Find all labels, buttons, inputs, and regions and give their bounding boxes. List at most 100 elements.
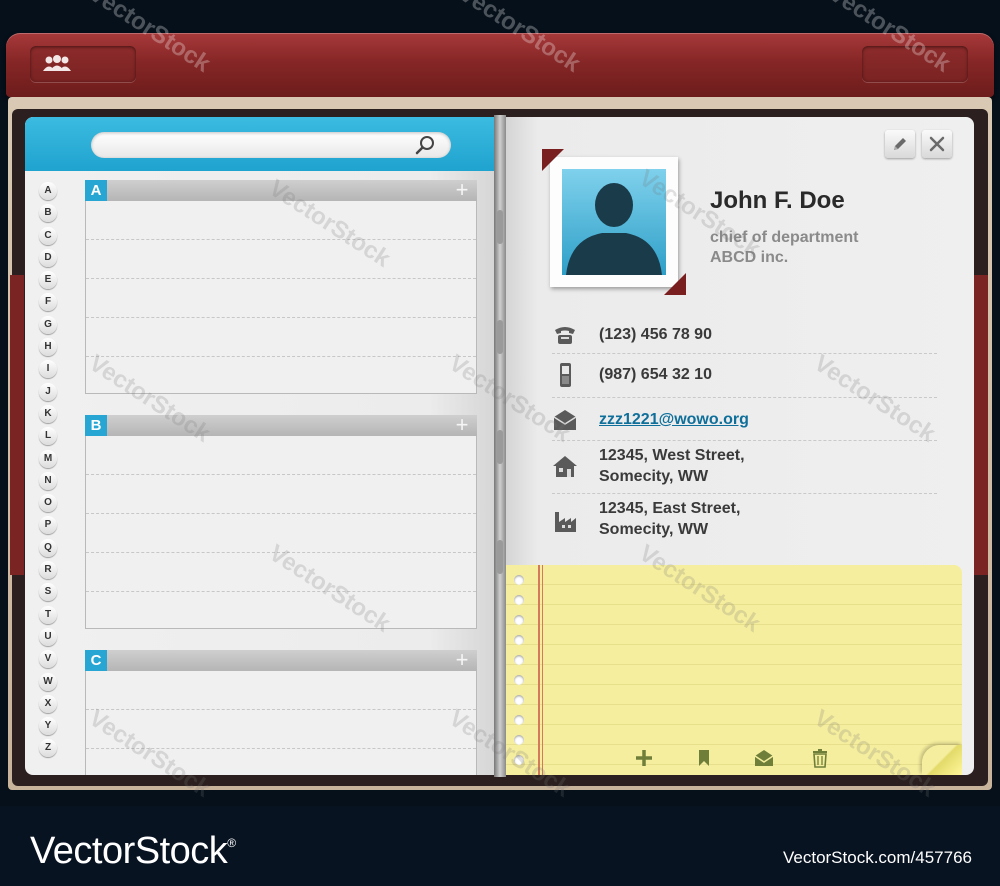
list-item[interactable] [86,592,476,628]
list-item[interactable] [86,553,476,592]
section-c: C + [85,649,477,775]
contact-role: chief of department ABCD inc. [710,228,858,268]
list-item[interactable] [86,475,476,514]
alphabet-tab-b[interactable]: B [39,204,57,223]
trash-icon[interactable] [810,748,830,768]
contacts-button[interactable] [30,46,136,82]
punch-hole [514,695,524,705]
pencil-icon [894,138,906,150]
alphabet-index: ABCDEFGHIJKLMNOPQRSTUVWXYZ [39,182,59,762]
alphabet-tab-w[interactable]: W [39,672,57,691]
alphabet-tab-h[interactable]: H [39,338,57,357]
list-item[interactable] [86,514,476,553]
search-input[interactable] [91,132,451,158]
binder-ring [497,430,503,464]
house-icon [553,456,577,477]
notes-pad[interactable] [500,565,962,775]
bookmark-icon[interactable] [694,748,714,768]
photo-corner [542,149,564,171]
alphabet-tab-d[interactable]: D [39,248,57,267]
work-address[interactable]: 12345, East Street, Somecity, WW [599,498,740,540]
list-item[interactable] [86,357,476,393]
people-icon [43,55,71,71]
list-item[interactable] [86,201,476,240]
contact-name: John F. Doe [710,187,845,214]
magnifier-icon[interactable] [415,135,437,155]
alphabet-tab-u[interactable]: U [39,627,57,646]
footer-asset-id: VectorStock.com/457766 [782,848,972,867]
contacts-index-page: ABCDEFGHIJKLMNOPQRSTUVWXYZ A + B + C + [25,117,500,775]
section-list [85,436,477,629]
punch-hole [514,595,524,605]
section-header: B + [85,414,477,436]
home-address[interactable]: 12345, West Street, Somecity, WW [599,445,745,487]
alphabet-tab-n[interactable]: N [39,471,57,490]
work-address-line2: Somecity, WW [599,521,709,538]
alphabet-tab-l[interactable]: L [39,427,57,446]
factory-icon [555,512,576,532]
address-book-app: ABCDEFGHIJKLMNOPQRSTUVWXYZ A + B + C + J… [0,0,1000,886]
footer: VectorStock® VectorStock.com/457766 [0,806,1000,886]
alphabet-tab-t[interactable]: T [39,605,57,624]
alphabet-tab-o[interactable]: O [39,494,57,513]
list-item[interactable] [86,279,476,318]
note-toolbar [634,748,834,770]
contact-title: chief of department [710,229,859,246]
alphabet-tab-z[interactable]: Z [39,739,57,758]
section-letter: C [85,650,107,671]
alphabet-tab-f[interactable]: F [39,293,57,312]
footer-brand-text: VectorStock [30,830,228,872]
alphabet-tab-r[interactable]: R [39,561,57,580]
home-address-line2: Somecity, WW [599,468,709,485]
contact-company: ABCD inc. [710,249,789,266]
list-item[interactable] [86,318,476,357]
edit-button[interactable] [885,130,915,158]
list-item[interactable] [86,749,476,775]
plus-icon[interactable]: + [453,414,471,436]
photo-corner [664,273,686,295]
registered-mark: ® [227,836,236,850]
close-button[interactable] [922,130,952,158]
list-item[interactable] [86,240,476,279]
list-item[interactable] [86,671,476,710]
punch-hole [514,575,524,585]
alphabet-tab-c[interactable]: C [39,226,57,245]
mobile-row: (987) 654 32 10 [552,354,937,398]
punch-hole [514,655,524,665]
alphabet-tab-k[interactable]: K [39,404,57,423]
list-item[interactable] [86,436,476,475]
envelope-icon [553,410,577,430]
alphabet-tab-m[interactable]: M [39,449,57,468]
binder-ring [497,320,503,354]
home-address-row: 12345, West Street, Somecity, WW [552,441,937,494]
close-icon [929,136,945,152]
section-header: C + [85,649,477,671]
alphabet-tab-s[interactable]: S [39,583,57,602]
alphabet-tab-j[interactable]: J [39,382,57,401]
list-item[interactable] [86,710,476,749]
section-letter: A [85,180,107,201]
alphabet-tab-p[interactable]: P [39,516,57,535]
alphabet-tab-q[interactable]: Q [39,538,57,557]
alphabet-tab-a[interactable]: A [39,182,57,200]
alphabet-tab-g[interactable]: G [39,315,57,334]
alphabet-tab-y[interactable]: Y [39,717,57,736]
plus-icon[interactable]: + [453,649,471,671]
punch-hole [514,755,524,765]
top-toolbar [6,33,994,97]
page-curl[interactable] [922,745,962,775]
alphabet-tab-i[interactable]: I [39,360,57,379]
toolbar-right-button[interactable] [862,46,968,82]
plus-icon[interactable]: + [453,179,471,201]
mobile-number[interactable]: (987) 654 32 10 [599,364,712,385]
alphabet-tab-e[interactable]: E [39,271,57,290]
alphabet-tab-v[interactable]: V [39,650,57,669]
note-margin-line [542,565,543,775]
phone-row: (123) 456 78 90 [552,318,937,354]
email-link[interactable]: zzz1221@wowo.org [599,409,749,430]
mail-icon[interactable] [754,748,774,768]
alphabet-tab-x[interactable]: X [39,694,57,713]
note-margin-line [538,565,540,775]
phone-number[interactable]: (123) 456 78 90 [599,324,712,345]
plus-icon[interactable] [634,748,654,768]
